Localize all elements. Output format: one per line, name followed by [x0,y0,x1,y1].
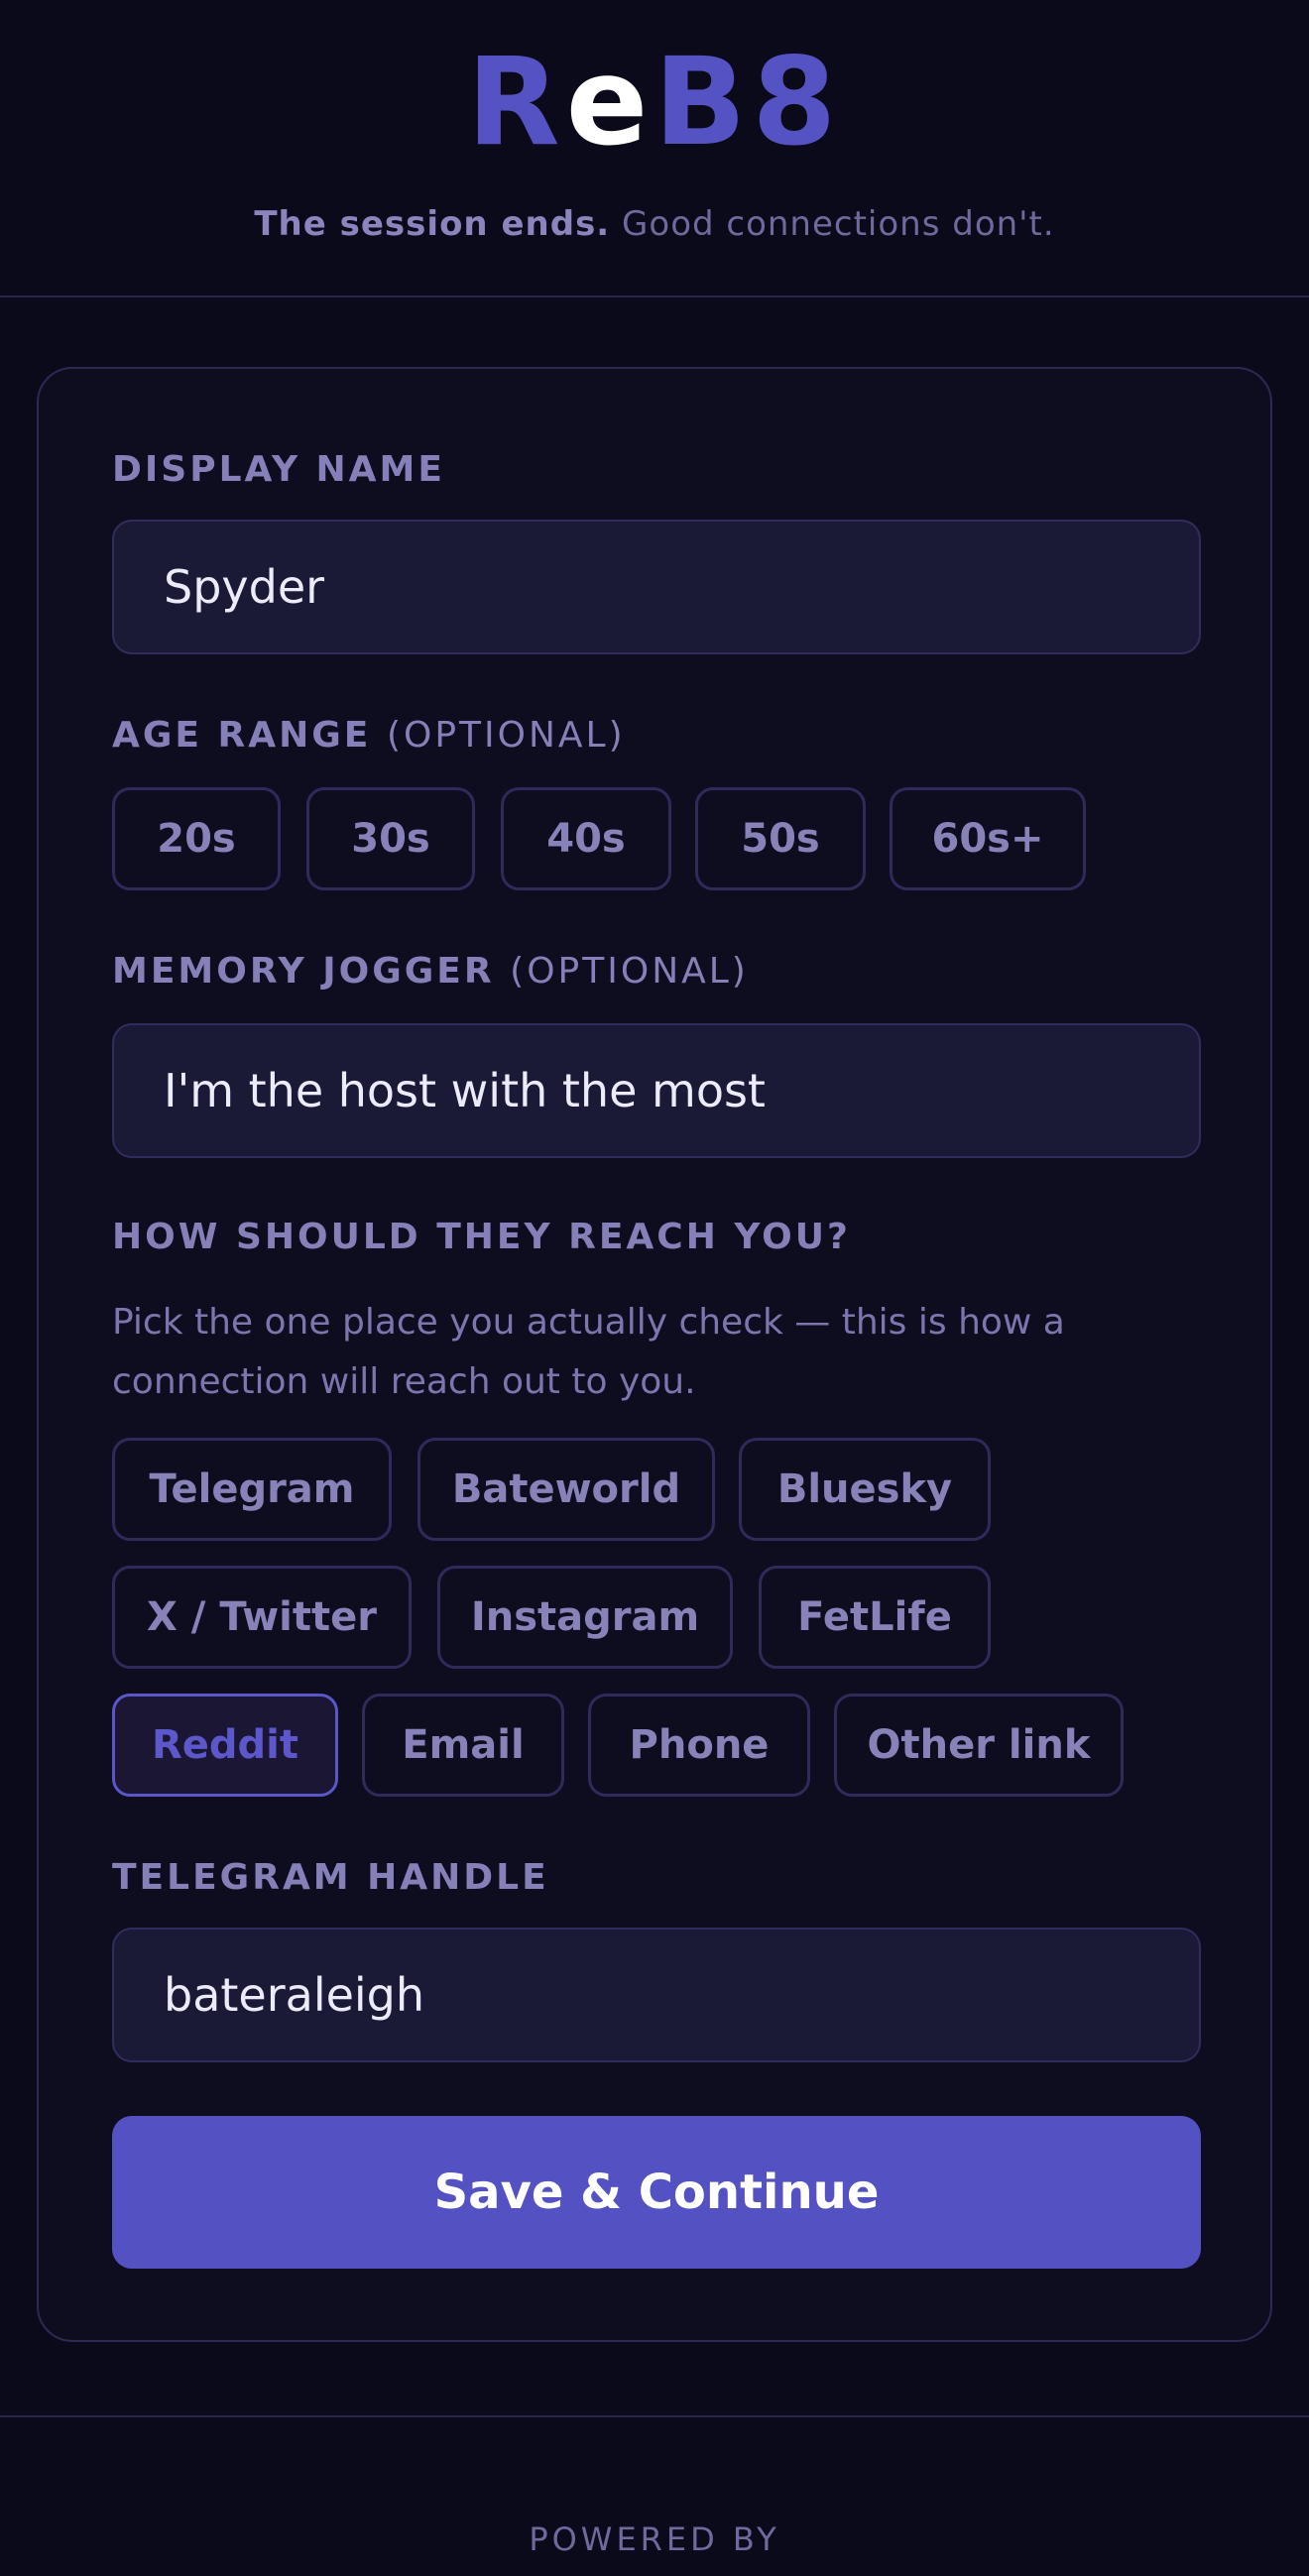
memory-jogger-optional: (OPTIONAL) [510,951,749,992]
contact-option-other-link[interactable]: Other link [834,1694,1124,1797]
footer-divider [0,2415,1309,2417]
save-continue-button[interactable]: Save & Continue [112,2116,1201,2269]
contact-option-fetlife[interactable]: FetLife [759,1566,991,1669]
logo-part-e: e [565,32,654,173]
logo: ReB8 [467,42,843,163]
contact-option-telegram[interactable]: Telegram [112,1438,392,1541]
display-name-label: DISPLAY NAME [112,449,445,490]
contact-option-phone[interactable]: Phone [588,1694,810,1797]
header: ReB8 The session ends. Good connections … [0,0,1309,297]
age-option-60s-plus[interactable]: 60s+ [890,787,1086,890]
age-range-optional: (OPTIONAL) [386,715,626,756]
logo-part-b8: B8 [654,32,843,173]
display-name-input[interactable]: Spyder [112,520,1201,654]
logo-part-r: R [466,32,566,173]
contact-option-x-twitter[interactable]: X / Twitter [112,1566,412,1669]
reach-help-text: Pick the one place you actually check — … [112,1302,1065,1402]
contact-option-bluesky[interactable]: Bluesky [739,1438,991,1541]
tagline-rest: Good connections don't. [610,204,1055,244]
memory-jogger-label-text: MEMORY JOGGER [112,951,495,992]
reach-label: HOW SHOULD THEY REACH YOU? [112,1217,851,1257]
profile-card: DISPLAY NAME Spyder AGE RANGE (OPTIONAL)… [37,367,1272,2342]
age-range-label-text: AGE RANGE [112,715,372,756]
age-option-30s[interactable]: 30s [306,787,475,890]
tagline: The session ends. Good connections don't… [254,204,1054,244]
contact-option-reddit[interactable]: Reddit [112,1694,338,1797]
telegram-handle-label: TELEGRAM HANDLE [112,1857,549,1898]
powered-by-text: POWERED BY [529,2520,780,2558]
memory-jogger-label: MEMORY JOGGER (OPTIONAL) [112,952,749,992]
age-option-40s[interactable]: 40s [501,787,671,890]
age-option-20s[interactable]: 20s [112,787,281,890]
telegram-handle-input[interactable]: bateraleigh [112,1928,1201,2062]
tagline-bold: The session ends. [254,204,611,244]
contact-option-bateworld[interactable]: Bateworld [417,1438,715,1541]
age-option-50s[interactable]: 50s [695,787,866,890]
age-range-label: AGE RANGE (OPTIONAL) [112,716,626,756]
contact-option-instagram[interactable]: Instagram [437,1566,733,1669]
memory-jogger-input[interactable]: I'm the host with the most [112,1023,1201,1158]
contact-option-email[interactable]: Email [362,1694,564,1797]
